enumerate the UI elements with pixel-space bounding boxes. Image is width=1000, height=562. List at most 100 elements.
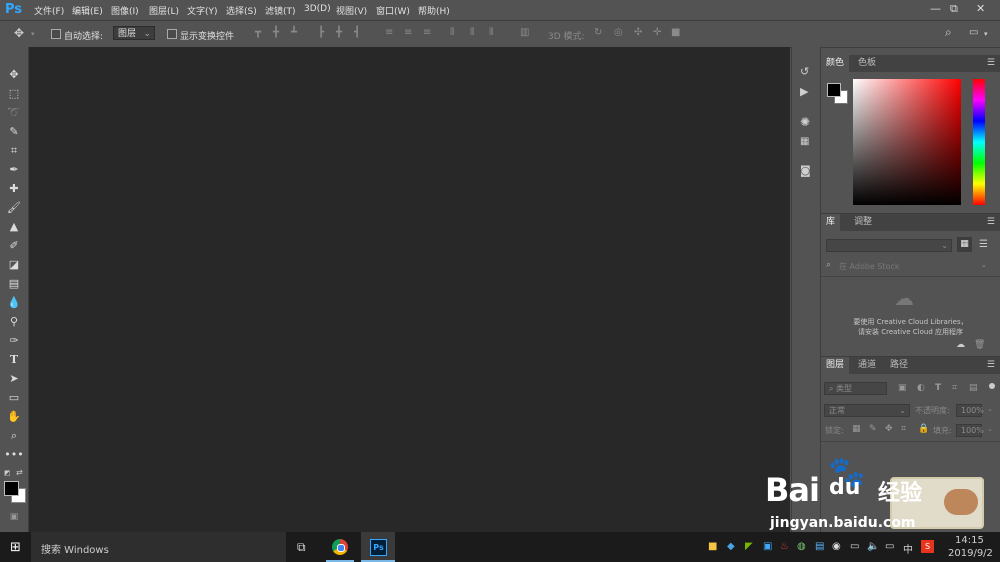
menu-help[interactable]: 帮助(H): [418, 4, 450, 17]
blend-mode-dropdown[interactable]: 正常 ⌄: [824, 404, 910, 417]
minimize-icon[interactable]: —: [930, 2, 941, 15]
menu-3d[interactable]: 3D(D): [304, 4, 331, 14]
healing-tool-icon[interactable]: ✚: [4, 181, 24, 197]
history-brush-tool-icon[interactable]: ✐: [4, 238, 24, 254]
crop-tool-icon[interactable]: ⌗: [4, 143, 24, 159]
pen-tool-icon[interactable]: ✑: [4, 333, 24, 349]
stamp-tool-icon[interactable]: ▲: [4, 219, 24, 235]
tab-layers[interactable]: 图层: [821, 357, 850, 374]
align-bottom-icon[interactable]: ┻: [291, 28, 297, 38]
volume-icon[interactable]: 🔈: [867, 541, 879, 552]
tab-channels[interactable]: 通道: [853, 357, 881, 374]
tray-app-icon[interactable]: ◆: [727, 541, 735, 552]
chevron-down-icon[interactable]: ▾: [31, 29, 35, 39]
library-dropdown[interactable]: ⌄: [826, 239, 952, 252]
tray-app-icon[interactable]: ■: [708, 541, 717, 552]
grid-view-icon[interactable]: ▦: [957, 237, 972, 252]
distribute-top-icon[interactable]: ≡: [385, 28, 393, 38]
filter-type-icon[interactable]: T: [935, 383, 941, 393]
align-left-icon[interactable]: ┣: [318, 28, 324, 38]
panel-menu-icon[interactable]: ☰: [987, 58, 995, 68]
trash-icon[interactable]: 🗑: [974, 340, 985, 350]
filter-toggle-icon[interactable]: [989, 383, 995, 389]
cloud-sync-icon[interactable]: ☁: [956, 340, 965, 350]
chevron-down-icon[interactable]: ▾: [984, 29, 988, 39]
lock-transparent-icon[interactable]: ▦: [852, 424, 861, 434]
adjustments-panel-icon[interactable]: ✺: [800, 116, 810, 128]
search-icon[interactable]: ⌕: [945, 26, 952, 38]
restore-icon[interactable]: ⧉: [950, 2, 958, 16]
menu-view[interactable]: 视图(V): [336, 4, 367, 17]
taskbar-search-box[interactable]: 搜索 Windows: [31, 532, 286, 562]
menu-file[interactable]: 文件(F): [34, 4, 64, 17]
quick-select-tool-icon[interactable]: ✎: [4, 124, 24, 140]
actions-panel-icon[interactable]: ▶: [800, 86, 808, 97]
distribute-bottom-icon[interactable]: ≡: [423, 28, 431, 38]
sogou-ime-icon[interactable]: S: [921, 540, 934, 553]
menu-select[interactable]: 选择(S): [226, 4, 257, 17]
brush-tool-icon[interactable]: 🖌: [4, 200, 24, 216]
move-tool-icon[interactable]: ✥: [4, 67, 24, 83]
more-tools-icon[interactable]: •••: [4, 447, 24, 463]
tray-app-icon[interactable]: ▣: [763, 541, 772, 552]
distribute-left-icon[interactable]: ⦀: [450, 28, 454, 38]
ime-indicator[interactable]: 中: [903, 541, 913, 556]
menu-image[interactable]: 图像(I): [111, 4, 139, 17]
canvas-area[interactable]: [29, 47, 790, 532]
tray-app-icon[interactable]: ▤: [815, 541, 824, 552]
align-hcenter-icon[interactable]: ╋: [336, 28, 342, 38]
task-view-icon[interactable]: ⧉: [297, 540, 306, 555]
distribute-right-icon[interactable]: ⦀: [489, 28, 493, 38]
rectangle-tool-icon[interactable]: ▭: [4, 390, 24, 406]
wechat-icon[interactable]: ◍: [797, 541, 806, 552]
menu-layer[interactable]: 图层(L): [149, 4, 179, 17]
chevron-down-icon[interactable]: ⌄: [984, 405, 996, 417]
auto-align-icon[interactable]: ▥: [520, 28, 529, 38]
distribute-hcenter-icon[interactable]: ⦀: [470, 28, 474, 38]
gradient-tool-icon[interactable]: ▤: [4, 276, 24, 292]
eraser-tool-icon[interactable]: ◪: [4, 257, 24, 273]
zoom-tool-icon[interactable]: ⌕: [4, 428, 24, 444]
panel-menu-icon[interactable]: ☰: [987, 360, 995, 370]
roll-3d-icon[interactable]: ◎: [614, 28, 623, 38]
tab-color[interactable]: 颜色: [821, 55, 850, 72]
menu-filter[interactable]: 滤镜(T): [265, 4, 296, 17]
tab-paths[interactable]: 路径: [885, 357, 913, 374]
layer-kind-filter[interactable]: ⌕ 类型: [824, 382, 887, 395]
dodge-tool-icon[interactable]: ⚲: [4, 314, 24, 330]
foreground-color-swatch[interactable]: [4, 481, 19, 496]
clock-date[interactable]: 2019/9/2: [948, 548, 993, 559]
swap-colors-icon[interactable]: ⇄: [16, 468, 23, 477]
filter-smart-object-icon[interactable]: ▤: [969, 383, 978, 393]
align-top-icon[interactable]: ┳: [255, 28, 261, 38]
tab-swatches[interactable]: 色板: [853, 55, 881, 72]
photoshop-taskbar-item[interactable]: Ps: [361, 532, 395, 562]
network-icon[interactable]: ▭: [850, 541, 859, 552]
move-tool-preset-icon[interactable]: ✥: [14, 27, 24, 39]
tab-adjustments[interactable]: 调整: [849, 214, 877, 231]
scale-3d-icon[interactable]: ■: [671, 28, 680, 38]
history-panel-icon[interactable]: ↺: [800, 66, 809, 77]
quick-mask-icon[interactable]: ▣: [4, 509, 24, 525]
menu-window[interactable]: 窗口(W): [376, 4, 410, 17]
drag-3d-icon[interactable]: ✣: [634, 28, 642, 38]
tab-libraries[interactable]: 库: [821, 214, 841, 231]
windows-start-icon[interactable]: ⊞: [10, 540, 21, 555]
tray-app-icon[interactable]: ◉: [832, 541, 841, 552]
stock-search-input[interactable]: 在 Adobe Stock: [839, 261, 900, 272]
show-transform-checkbox[interactable]: [167, 29, 177, 39]
slide-3d-icon[interactable]: ✛: [653, 28, 661, 38]
fg-swatch[interactable]: [827, 83, 841, 97]
color-field[interactable]: [853, 79, 961, 205]
clock-time[interactable]: 14:15: [955, 535, 984, 546]
distribute-vcenter-icon[interactable]: ≡: [404, 28, 412, 38]
default-colors-icon[interactable]: ◩: [4, 469, 11, 477]
panel-menu-icon[interactable]: ☰: [987, 217, 995, 227]
filter-shape-icon[interactable]: ⌗: [952, 383, 957, 393]
histogram-panel-icon[interactable]: ▦: [800, 137, 809, 147]
menu-type[interactable]: 文字(Y): [187, 4, 218, 17]
lock-position-icon[interactable]: ✥: [885, 424, 893, 434]
hand-tool-icon[interactable]: ✋: [4, 409, 24, 425]
chevron-down-icon[interactable]: ⌄: [984, 425, 996, 437]
type-tool-icon[interactable]: T: [4, 352, 24, 368]
